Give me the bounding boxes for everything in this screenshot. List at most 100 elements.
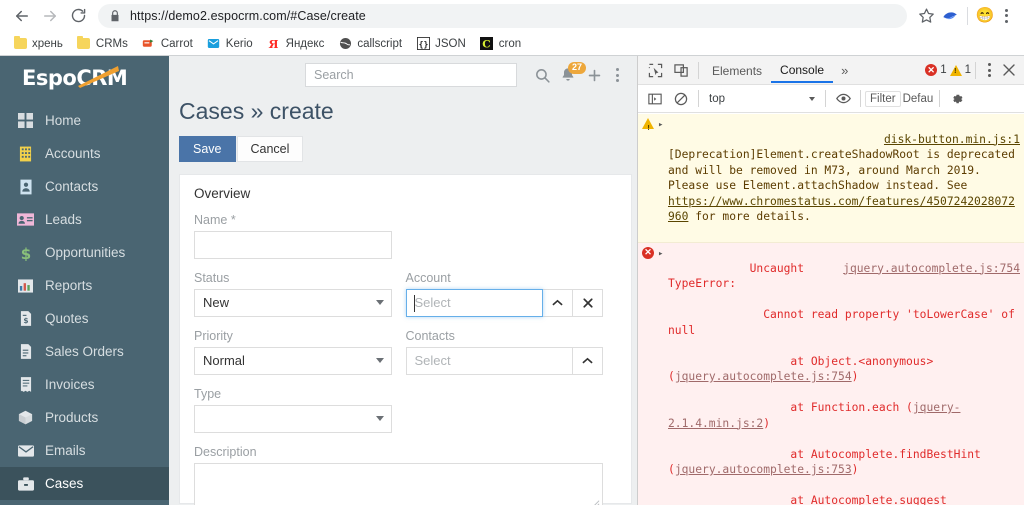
sidebar-item-cases[interactable]: Cases [0, 467, 169, 500]
stack-link[interactable]: jquery.autocomplete.js:753 [675, 463, 852, 476]
plus-icon [588, 69, 600, 81]
more-tabs-button[interactable]: » [833, 63, 856, 78]
console-message-error[interactable]: ✕ ▸ jquery.autocomplete.js:754 Uncaught T… [638, 243, 1024, 505]
bookmark-item[interactable]: Carrot [135, 33, 200, 54]
reload-button[interactable] [64, 2, 92, 30]
tab-elements[interactable]: Elements [703, 59, 771, 82]
bookmark-item[interactable]: CRMs [70, 33, 135, 54]
extension-button[interactable] [939, 5, 961, 27]
console-settings-button[interactable] [944, 86, 970, 112]
warning-source-link[interactable]: disk-button.min.js:1 [884, 132, 1020, 148]
label-text: Name [194, 213, 228, 227]
save-button[interactable]: Save [179, 136, 236, 162]
bookmark-item[interactable]: Я Яндекс [260, 33, 332, 54]
breadcrumb-scope[interactable]: Cases [179, 98, 244, 124]
execution-context-select[interactable]: top [703, 89, 821, 109]
stack-line: at Autocomplete.findBestHint (jquery.aut… [668, 448, 988, 477]
sidebar-item-home[interactable]: Home [0, 104, 169, 137]
console-level-select[interactable]: Defau [901, 91, 936, 107]
expand-arrow-warning[interactable]: ▸ [658, 116, 668, 240]
bookmark-item[interactable]: {} JSON [409, 33, 473, 54]
sidebar-item-calendar[interactable]: Calendar [0, 500, 169, 505]
sidebar-item-accounts[interactable]: Accounts [0, 137, 169, 170]
search-button[interactable] [529, 62, 555, 88]
status-select[interactable]: New [194, 289, 392, 317]
address-bar[interactable]: https://demo2.espocrm.com/#Case/create [98, 3, 907, 28]
sidebar-item-invoices[interactable]: Invoices [0, 368, 169, 401]
svg-text:Я: Я [269, 37, 279, 51]
sidebar-item-label: Products [45, 410, 99, 425]
cancel-button[interactable]: Cancel [236, 136, 304, 162]
sidebar-item-emails[interactable]: Emails [0, 434, 169, 467]
error-message-text: jquery.autocomplete.js:754 Uncaught TypeE… [668, 245, 1020, 505]
cron-icon: C [480, 37, 494, 51]
search-icon [535, 68, 550, 83]
vertical-dots-icon [987, 63, 991, 66]
devtools-close-button[interactable] [998, 59, 1020, 81]
console-messages[interactable]: ▸ disk-button.min.js:1[Deprecation]Eleme… [638, 114, 1024, 505]
notifications-button[interactable]: 27 [555, 62, 587, 88]
quick-create-button[interactable] [581, 62, 607, 88]
page-viewport: EspoCRM Home [0, 56, 1024, 505]
toolbar-divider [939, 90, 941, 107]
console-message-warning[interactable]: ▸ disk-button.min.js:1[Deprecation]Eleme… [638, 114, 1024, 243]
status-value: New [203, 295, 230, 310]
console-sidebar-button[interactable] [642, 86, 668, 112]
name-input[interactable] [194, 231, 392, 259]
tab-console[interactable]: Console [771, 58, 834, 83]
back-button[interactable] [8, 2, 36, 30]
priority-select[interactable]: Normal [194, 347, 392, 375]
type-select[interactable] [194, 405, 392, 433]
error-count: 1 [940, 64, 947, 76]
contacts-input[interactable]: Select [405, 347, 573, 375]
chevron-up-icon [552, 299, 563, 306]
forward-button[interactable] [36, 2, 64, 30]
bookmark-label: JSON [435, 37, 466, 50]
console-filter-input[interactable]: Filter [865, 90, 901, 107]
sidebar-item-leads[interactable]: Leads [0, 203, 169, 236]
stack-line: Cannot read property 'toLowerCase' of nu… [668, 308, 1022, 337]
description-textarea[interactable] [194, 463, 603, 505]
browser-menu-button[interactable] [996, 5, 1016, 27]
sidebar-item-quotes[interactable]: $ Quotes [0, 302, 169, 335]
expand-arrow-error[interactable]: ▸ [658, 245, 668, 505]
espo-menu-button[interactable] [607, 63, 627, 87]
inspect-element-button[interactable] [642, 57, 668, 83]
bookmark-item[interactable]: хрень [6, 33, 70, 54]
field-status: Status New [194, 271, 406, 317]
device-toolbar-button[interactable] [668, 57, 694, 83]
live-expression-eye-icon [835, 93, 851, 104]
sidebar-item-products[interactable]: Products [0, 401, 169, 434]
espo-logo[interactable]: EspoCRM [0, 56, 169, 100]
warning-icon-wrap [638, 116, 658, 240]
toolbar-divider [975, 61, 976, 79]
error-source-link[interactable]: jquery.autocomplete.js:754 [843, 261, 1020, 277]
account-select-button[interactable] [543, 289, 573, 317]
sidebar-item-sales-orders[interactable]: Sales Orders [0, 335, 169, 368]
sidebar-item-reports[interactable]: Reports [0, 269, 169, 302]
clear-console-button[interactable] [668, 86, 694, 112]
sidebar-item-contacts[interactable]: Contacts [0, 170, 169, 203]
search-input[interactable]: Search [305, 63, 517, 87]
bookmark-item[interactable]: C cron [473, 33, 528, 54]
contacts-select-button[interactable] [573, 347, 603, 375]
warning-triangle-icon [949, 64, 962, 76]
profile-button[interactable]: 😁 [974, 5, 996, 27]
field-type-spacer [406, 387, 618, 433]
stack-link[interactable]: jquery.autocomplete.js:754 [675, 370, 852, 383]
devtools-menu-button[interactable] [980, 59, 998, 81]
issue-counts[interactable]: ✕ 1 1 [925, 64, 971, 76]
bookmark-item[interactable]: callscript [331, 33, 409, 54]
bookmark-item[interactable]: Kerio [200, 33, 260, 54]
reload-icon [71, 8, 85, 23]
envelope-icon [17, 442, 34, 459]
sidebar-item-opportunities[interactable]: $ Opportunities [0, 236, 169, 269]
vertical-dots-icon [615, 68, 619, 71]
live-expression-button[interactable] [830, 86, 856, 112]
account-input[interactable]: Select [405, 289, 543, 317]
profile-emoji: 😁 [975, 7, 995, 24]
execution-context-value: top [709, 92, 725, 105]
overview-panel: Overview Name * Status New Account Selec… [179, 174, 632, 505]
account-clear-button[interactable] [573, 289, 603, 317]
bookmark-button[interactable] [913, 3, 939, 29]
